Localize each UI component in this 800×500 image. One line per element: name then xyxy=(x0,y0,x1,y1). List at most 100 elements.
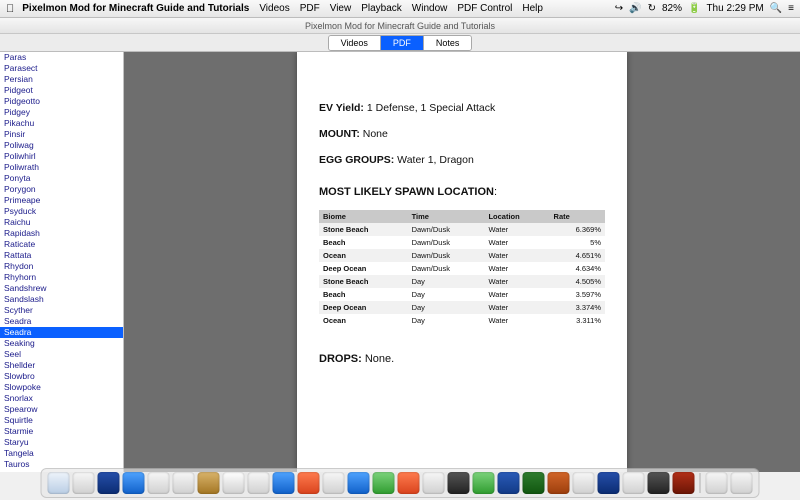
menu-pdf-control[interactable]: PDF Control xyxy=(457,3,512,14)
dock[interactable] xyxy=(41,468,760,498)
spawn-table: BiomeTimeLocationRate Stone BeachDawn/Du… xyxy=(319,210,605,327)
dock-trash-icon[interactable] xyxy=(731,472,753,494)
dock-app-icon[interactable] xyxy=(598,472,620,494)
sidebar-item[interactable]: Seel xyxy=(0,349,123,360)
dock-calendar-icon[interactable] xyxy=(223,472,245,494)
sidebar-item[interactable]: Pidgey xyxy=(0,107,123,118)
sidebar-item[interactable]: Ponyta xyxy=(0,173,123,184)
sidebar-item[interactable]: Parasect xyxy=(0,63,123,74)
sidebar-item[interactable]: Tangela xyxy=(0,448,123,459)
dock-app-icon[interactable] xyxy=(573,472,595,494)
table-row: Stone BeachDawn/DuskWater6.369% xyxy=(319,223,605,236)
wifi-icon[interactable]: ↪ xyxy=(615,3,623,14)
dock-app-icon[interactable] xyxy=(648,472,670,494)
sidebar-item[interactable]: Scyther xyxy=(0,305,123,316)
pdf-page: EV Yield: 1 Defense, 1 Special Attack MO… xyxy=(297,52,627,472)
sidebar-item[interactable]: Snorlax xyxy=(0,393,123,404)
sidebar-item[interactable]: Poliwhirl xyxy=(0,151,123,162)
menu-videos[interactable]: Videos xyxy=(259,3,289,14)
apple-menu-icon[interactable]:  xyxy=(6,3,14,15)
sidebar-item[interactable]: Sandslash xyxy=(0,294,123,305)
sidebar-item[interactable]: Persian xyxy=(0,74,123,85)
sidebar-item[interactable]: Poliwrath xyxy=(0,162,123,173)
dock-app-icon[interactable] xyxy=(373,472,395,494)
spotlight-icon[interactable]: 🔍 xyxy=(770,3,782,14)
sidebar-item[interactable]: Sandshrew xyxy=(0,283,123,294)
menu-pdf[interactable]: PDF xyxy=(300,3,320,14)
sidebar-item[interactable]: Shellder xyxy=(0,360,123,371)
menu-help[interactable]: Help xyxy=(522,3,543,14)
battery-icon[interactable]: 🔋 xyxy=(688,3,700,14)
sidebar-item[interactable]: Staryu xyxy=(0,437,123,448)
sidebar-item[interactable]: Starmie xyxy=(0,426,123,437)
dock-app-icon[interactable] xyxy=(148,472,170,494)
dock-appstore-icon[interactable] xyxy=(348,472,370,494)
window-title: Pixelmon Mod for Minecraft Guide and Tut… xyxy=(0,18,800,34)
sidebar-item[interactable]: Rhyhorn xyxy=(0,272,123,283)
dock-excel-icon[interactable] xyxy=(523,472,545,494)
menu-view[interactable]: View xyxy=(330,3,352,14)
view-segmented-control[interactable]: VideosPDFNotes xyxy=(328,35,473,51)
dock-mail-icon[interactable] xyxy=(123,472,145,494)
dock-app-icon[interactable] xyxy=(323,472,345,494)
dock-folder-icon[interactable] xyxy=(706,472,728,494)
sidebar-item[interactable]: Psyduck xyxy=(0,206,123,217)
sidebar-item[interactable]: Pidgeotto xyxy=(0,96,123,107)
sidebar-item[interactable]: Slowbro xyxy=(0,371,123,382)
sync-icon[interactable]: ↻ xyxy=(648,3,656,14)
dock-running-app-icon[interactable] xyxy=(673,472,695,494)
sidebar-item[interactable]: Paras xyxy=(0,52,123,63)
dock-app-icon[interactable] xyxy=(273,472,295,494)
sidebar-item[interactable]: Spearow xyxy=(0,404,123,415)
sidebar-item[interactable]: Pidgeot xyxy=(0,85,123,96)
table-row: BeachDayWater3.597% xyxy=(319,288,605,301)
col-biome: Biome xyxy=(319,210,408,223)
tab-notes[interactable]: Notes xyxy=(424,36,472,50)
dock-app-icon[interactable] xyxy=(248,472,270,494)
dock-app-icon[interactable] xyxy=(423,472,445,494)
col-rate: Rate xyxy=(550,210,605,223)
menu-playback[interactable]: Playback xyxy=(361,3,402,14)
menu-window[interactable]: Window xyxy=(412,3,448,14)
dock-app-icon[interactable] xyxy=(173,472,195,494)
sidebar-item[interactable]: Primeape xyxy=(0,195,123,206)
sidebar-item[interactable]: Rhydon xyxy=(0,261,123,272)
dock-app-icon[interactable] xyxy=(298,472,320,494)
pokemon-sidebar[interactable]: ParasParasectPersianPidgeotPidgeottoPidg… xyxy=(0,52,124,472)
sidebar-item[interactable]: Seadra xyxy=(0,327,123,338)
dock-separator xyxy=(700,473,701,493)
sidebar-item[interactable]: Slowpoke xyxy=(0,382,123,393)
sidebar-item[interactable]: Seaking xyxy=(0,338,123,349)
dock-app-icon[interactable] xyxy=(198,472,220,494)
sidebar-item[interactable]: Rapidash xyxy=(0,228,123,239)
dock-app-icon[interactable] xyxy=(473,472,495,494)
dock-app-icon[interactable] xyxy=(448,472,470,494)
sidebar-item[interactable]: Seadra xyxy=(0,316,123,327)
tab-videos[interactable]: Videos xyxy=(329,36,381,50)
dock-app-icon[interactable] xyxy=(73,472,95,494)
sidebar-item[interactable]: Rattata xyxy=(0,250,123,261)
sidebar-item[interactable]: Raticate xyxy=(0,239,123,250)
battery-pct: 82% xyxy=(662,3,682,14)
dock-word-icon[interactable] xyxy=(498,472,520,494)
pdf-viewport[interactable]: EV Yield: 1 Defense, 1 Special Attack MO… xyxy=(124,52,800,472)
dock-safari-icon[interactable] xyxy=(98,472,120,494)
sidebar-item[interactable]: Pinsir xyxy=(0,129,123,140)
sidebar-item[interactable]: Raichu xyxy=(0,217,123,228)
app-title[interactable]: Pixelmon Mod for Minecraft Guide and Tut… xyxy=(22,3,249,14)
sidebar-item[interactable]: Porygon xyxy=(0,184,123,195)
clock[interactable]: Thu 2:29 PM xyxy=(706,3,763,14)
menu-extras-icon[interactable]: ≡ xyxy=(788,3,794,14)
tab-pdf[interactable]: PDF xyxy=(381,36,424,50)
dock-powerpoint-icon[interactable] xyxy=(548,472,570,494)
sidebar-item[interactable]: Pikachu xyxy=(0,118,123,129)
sidebar-item[interactable]: Squirtle xyxy=(0,415,123,426)
drops-line: DROPS: None. xyxy=(319,353,605,365)
dock-app-icon[interactable] xyxy=(623,472,645,494)
spawn-heading: MOST LIKELY SPAWN LOCATION: xyxy=(319,186,605,198)
dock-ibooks-icon[interactable] xyxy=(398,472,420,494)
menu-bar[interactable]:  Pixelmon Mod for Minecraft Guide and T… xyxy=(0,0,800,18)
dock-finder-icon[interactable] xyxy=(48,472,70,494)
volume-icon[interactable]: 🔊 xyxy=(629,3,641,14)
sidebar-item[interactable]: Poliwag xyxy=(0,140,123,151)
